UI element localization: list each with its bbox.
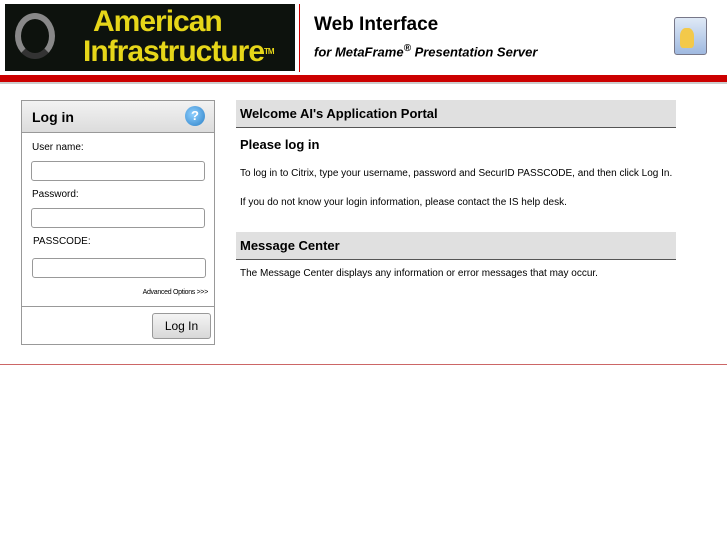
login-divider [22, 306, 214, 307]
help-icon[interactable]: ? [185, 106, 205, 126]
logo-line1: American [93, 5, 223, 38]
welcome-header: Welcome AI's Application Portal [236, 100, 676, 128]
subtitle-reg: ® [403, 43, 411, 54]
logo-ring-icon [15, 13, 55, 59]
footer-divider [0, 364, 727, 365]
logo-tm: TM [264, 47, 275, 56]
username-label: User name: [32, 142, 84, 153]
password-label: Password: [32, 189, 79, 200]
header-divider [299, 4, 300, 72]
username-input[interactable] [31, 161, 205, 181]
header-subtitle: for MetaFrame® Presentation Server [314, 43, 537, 59]
passcode-label: PASSCODE: [33, 236, 91, 247]
password-input[interactable] [31, 208, 205, 228]
login-header: Log in ? [22, 101, 214, 133]
subtitle-pre: for MetaFrame [314, 44, 404, 60]
company-logo: American InfrastructureTM [5, 4, 295, 71]
message-center-text: The Message Center displays any informat… [240, 268, 598, 279]
logo-line2: InfrastructureTM [83, 35, 275, 68]
application-icon [674, 17, 707, 55]
passcode-input[interactable] [32, 258, 206, 278]
help-desk-text: If you do not know your login informatio… [240, 197, 567, 208]
login-button[interactable]: Log In [152, 313, 211, 339]
login-panel: Log in ? User name: Password: PASSCODE: … [21, 100, 215, 345]
header-red-bar [0, 75, 727, 82]
header-gray-bar [0, 82, 727, 84]
message-center-header: Message Center [236, 232, 676, 260]
please-login-heading: Please log in [240, 137, 320, 152]
login-title: Log in [32, 109, 74, 125]
header-title: Web Interface [314, 14, 439, 35]
subtitle-post: Presentation Server [410, 44, 538, 60]
login-instructions: To log in to Citrix, type your username,… [240, 168, 673, 179]
logo-line2-text: Infrastructure [83, 35, 265, 68]
advanced-options-link[interactable]: Advanced Options >>> [143, 289, 209, 296]
